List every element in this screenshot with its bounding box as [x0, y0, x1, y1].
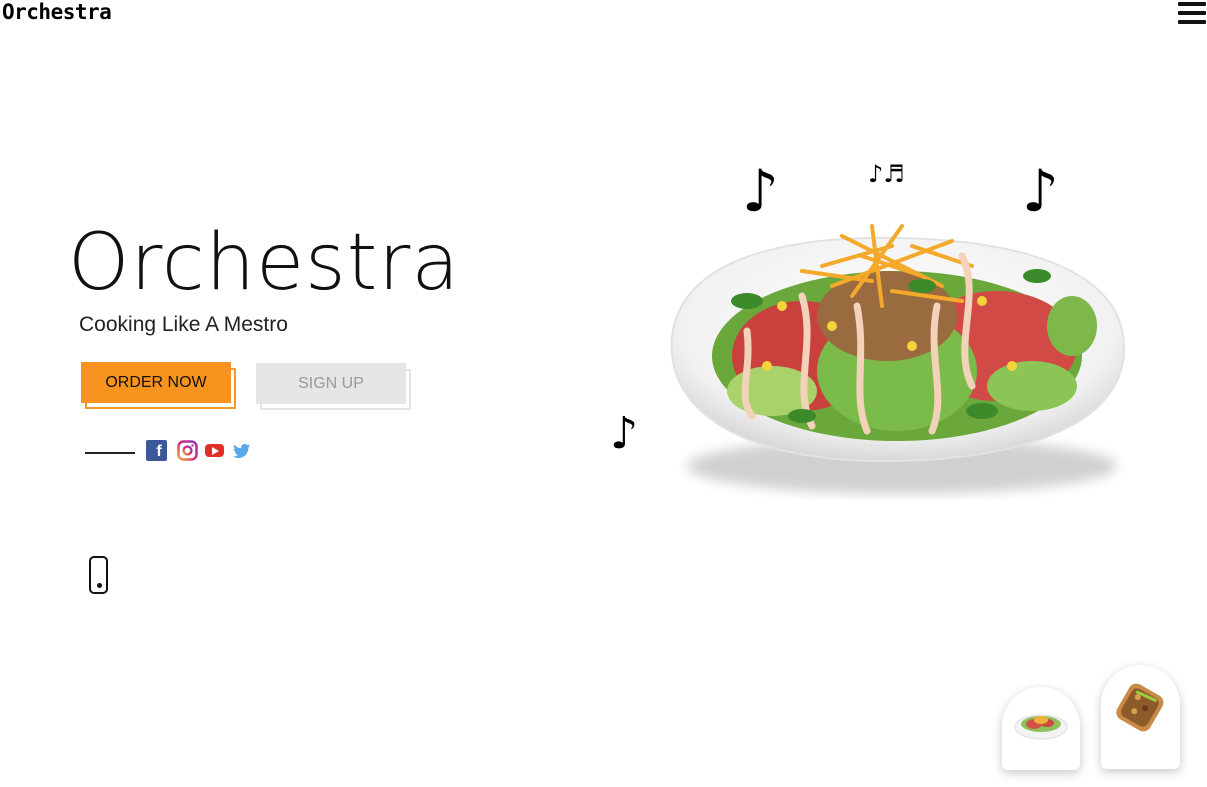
music-note-icon: ♪ — [610, 408, 639, 459]
scroll-indicator-icon[interactable] — [89, 556, 108, 594]
hamburger-menu-icon[interactable] — [1178, 2, 1206, 24]
sign-up-button[interactable]: SIGN UP — [256, 363, 406, 404]
hero-subtitle: Cooking Like A Mestro — [79, 313, 288, 336]
order-now-button[interactable]: ORDER NOW — [81, 362, 231, 403]
salad-bowl-image — [670, 224, 1126, 494]
salad-thumbnail-image — [1014, 714, 1068, 740]
social-divider — [85, 452, 135, 454]
hero-title: Orchestra — [68, 218, 461, 308]
youtube-icon[interactable] — [205, 444, 224, 457]
menu-card-toast[interactable] — [1101, 665, 1180, 769]
brand-logo[interactable]: Orchestra — [2, 0, 112, 24]
music-notes-icon: ♪♬ — [868, 160, 905, 188]
instagram-icon[interactable] — [177, 440, 198, 461]
facebook-glyph: f — [156, 443, 162, 460]
facebook-icon[interactable]: f — [146, 440, 167, 461]
twitter-icon[interactable] — [233, 443, 251, 459]
menu-card-salad[interactable] — [1002, 687, 1080, 770]
toast-thumbnail-image — [1116, 683, 1164, 732]
